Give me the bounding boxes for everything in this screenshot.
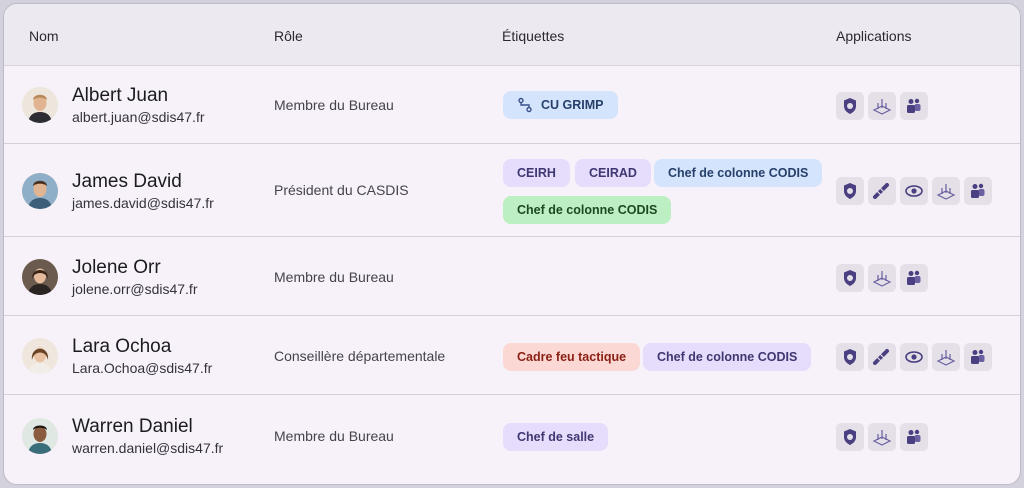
tag-chip[interactable]: Chef de colonne CODIS bbox=[643, 343, 812, 371]
tag-label: CEIRH bbox=[517, 166, 556, 180]
avatar bbox=[22, 87, 58, 123]
avatar bbox=[22, 259, 58, 295]
table-header: Nom Rôle Étiquettes Applications bbox=[4, 4, 1020, 66]
grid-app-icon[interactable] bbox=[868, 92, 896, 120]
app-list bbox=[836, 92, 928, 120]
teams-app-icon[interactable] bbox=[900, 92, 928, 120]
user-email: Lara.Ochoa@sdis47.fr bbox=[72, 360, 213, 376]
tag-chip[interactable]: CEIRAD bbox=[575, 159, 651, 187]
user-name: Warren Daniel bbox=[72, 416, 193, 437]
user-name: Albert Juan bbox=[72, 85, 169, 106]
shield-app-icon[interactable] bbox=[836, 177, 864, 205]
shield-app-icon[interactable] bbox=[836, 92, 864, 120]
tag-chip[interactable]: CEIRH bbox=[503, 159, 570, 187]
avatar bbox=[22, 338, 58, 374]
tag-chip[interactable]: CU GRIMP bbox=[503, 91, 618, 119]
app-list bbox=[836, 177, 992, 205]
user-name: Jolene Orr bbox=[72, 257, 161, 278]
column-header-name[interactable]: Nom bbox=[29, 28, 59, 44]
table-row[interactable]: Albert Juan albert.juan@sdis47.fr Membre… bbox=[4, 66, 1020, 144]
tag-chip[interactable]: Chef de salle bbox=[503, 423, 609, 451]
avatar bbox=[22, 418, 58, 454]
grid-app-icon[interactable] bbox=[932, 343, 960, 371]
user-role: Membre du Bureau bbox=[274, 97, 394, 113]
shield-app-icon[interactable] bbox=[836, 264, 864, 292]
user-name: James David bbox=[72, 171, 182, 192]
eye-app-icon[interactable] bbox=[900, 177, 928, 205]
app-list bbox=[836, 264, 928, 292]
tag-chip[interactable]: Chef de colonne CODIS bbox=[654, 159, 823, 187]
table-row[interactable]: Lara Ochoa Lara.Ochoa@sdis47.fr Conseill… bbox=[4, 316, 1020, 395]
user-role: Conseillère départementale bbox=[274, 348, 446, 364]
tag-label: Cadre feu tactique bbox=[517, 350, 627, 364]
tag-label: Chef de salle bbox=[517, 430, 595, 444]
teams-app-icon[interactable] bbox=[900, 264, 928, 292]
teams-app-icon[interactable] bbox=[964, 177, 992, 205]
table-row[interactable]: James David james.david@sdis47.fr Présid… bbox=[4, 144, 1020, 237]
users-table: Nom Rôle Étiquettes Applications Albert … bbox=[3, 3, 1021, 485]
tag-label: CU GRIMP bbox=[541, 98, 604, 112]
shield-app-icon[interactable] bbox=[836, 343, 864, 371]
route-icon bbox=[518, 97, 532, 113]
tag-label: CEIRAD bbox=[589, 166, 637, 180]
column-header-apps[interactable]: Applications bbox=[836, 28, 912, 44]
teams-app-icon[interactable] bbox=[964, 343, 992, 371]
user-role: Membre du Bureau bbox=[274, 269, 394, 285]
table-row[interactable]: Jolene Orr jolene.orr@sdis47.fr Membre d… bbox=[4, 237, 1020, 316]
app-list bbox=[836, 343, 992, 371]
tag-label: Chef de colonne CODIS bbox=[517, 203, 658, 217]
user-email: albert.juan@sdis47.fr bbox=[72, 109, 205, 125]
hose-app-icon[interactable] bbox=[868, 177, 896, 205]
avatar bbox=[22, 173, 58, 209]
teams-app-icon[interactable] bbox=[900, 423, 928, 451]
tag-chip[interactable]: Cadre feu tactique bbox=[503, 343, 641, 371]
grid-app-icon[interactable] bbox=[868, 423, 896, 451]
shield-app-icon[interactable] bbox=[836, 423, 864, 451]
column-header-tags[interactable]: Étiquettes bbox=[502, 28, 564, 44]
user-email: jolene.orr@sdis47.fr bbox=[72, 281, 198, 297]
eye-app-icon[interactable] bbox=[900, 343, 928, 371]
user-email: james.david@sdis47.fr bbox=[72, 195, 214, 211]
user-name: Lara Ochoa bbox=[72, 336, 172, 357]
user-email: warren.daniel@sdis47.fr bbox=[72, 440, 224, 456]
hose-app-icon[interactable] bbox=[868, 343, 896, 371]
table-row[interactable]: Warren Daniel warren.daniel@sdis47.fr Me… bbox=[4, 395, 1020, 475]
tag-label: Chef de colonne CODIS bbox=[668, 166, 809, 180]
grid-app-icon[interactable] bbox=[932, 177, 960, 205]
tag-label: Chef de colonne CODIS bbox=[657, 350, 798, 364]
user-role: Président du CASDIS bbox=[274, 182, 409, 198]
grid-app-icon[interactable] bbox=[868, 264, 896, 292]
user-role: Membre du Bureau bbox=[274, 428, 394, 444]
app-list bbox=[836, 423, 928, 451]
column-header-role[interactable]: Rôle bbox=[274, 28, 303, 44]
tag-chip[interactable]: Chef de colonne CODIS bbox=[503, 196, 672, 224]
